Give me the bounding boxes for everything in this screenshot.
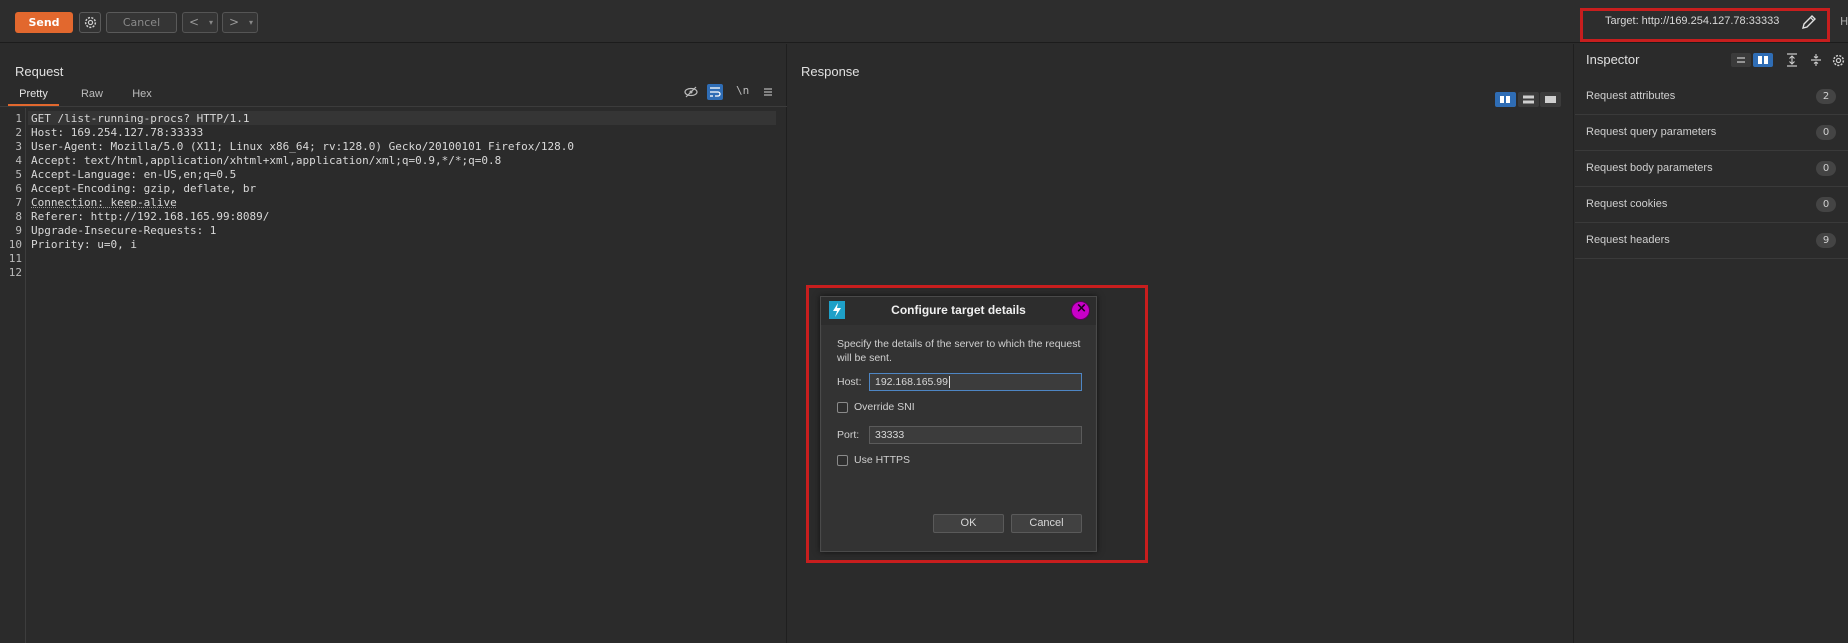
wrap-lines-icon[interactable] xyxy=(707,84,723,100)
send-button[interactable]: Send xyxy=(15,12,73,33)
use-https-label[interactable]: Use HTTPS xyxy=(854,454,910,466)
line-number: 4 xyxy=(15,154,22,167)
chevron-down-icon[interactable]: ▾ xyxy=(209,13,213,32)
inspector-row-query-parameters[interactable]: Request query parameters 0 xyxy=(1575,115,1848,151)
host-label: Host: xyxy=(837,376,862,388)
tab-hex[interactable]: Hex xyxy=(120,84,164,106)
inspector-row-request-attributes[interactable]: Request attributes 2 xyxy=(1575,79,1848,115)
count-badge: 9 xyxy=(1816,233,1836,248)
chevron-left-icon: < xyxy=(189,15,200,29)
request-line[interactable]: GET /list-running-procs? HTTP/1.1 xyxy=(31,112,250,125)
request-title: Request xyxy=(15,64,64,79)
request-header[interactable]: Priority: u=0, i xyxy=(31,238,137,251)
line-number: 11 xyxy=(8,252,22,265)
request-panel: Request Pretty Raw Hex \n 1 2 3 4 5 6 7 … xyxy=(0,44,787,643)
line-number: 6 xyxy=(15,182,22,195)
request-header[interactable]: Accept-Language: en-US,en;q=0.5 xyxy=(31,168,236,181)
back-button[interactable]: < ▾ xyxy=(182,12,218,33)
line-number: 12 xyxy=(8,266,22,279)
list-layout-icon[interactable] xyxy=(1731,53,1751,67)
request-header[interactable]: Host: 169.254.127.78:33333 xyxy=(31,126,203,139)
count-badge: 0 xyxy=(1816,125,1836,140)
target-label[interactable]: Target: http://169.254.127.78:33333 xyxy=(1605,15,1779,27)
request-header[interactable]: Accept: text/html,application/xhtml+xml,… xyxy=(31,154,501,167)
close-icon: × xyxy=(1076,301,1087,316)
port-label: Port: xyxy=(837,429,860,441)
inspector-row-label: Request body parameters xyxy=(1586,162,1713,174)
host-input[interactable]: 192.168.165.99 xyxy=(869,373,1082,391)
tabs-divider xyxy=(0,106,787,107)
override-sni-label[interactable]: Override SNI xyxy=(854,401,915,413)
expand-icon[interactable] xyxy=(1785,53,1799,67)
toolbar: Send Cancel < ▾ > ▾ Target: http://169.2… xyxy=(0,0,1848,43)
response-title: Response xyxy=(801,64,860,79)
port-input[interactable]: 33333 xyxy=(869,426,1082,444)
inspector-panel: Inspector Request attributes 2 Request q… xyxy=(1575,44,1848,643)
dialog-title: Configure target details xyxy=(891,303,1026,317)
configure-target-dialog: Configure target details × Specify the d… xyxy=(820,296,1097,552)
count-badge: 0 xyxy=(1816,197,1836,212)
cancel-button[interactable]: Cancel xyxy=(1011,514,1082,533)
line-number-gutter: 1 2 3 4 5 6 7 8 9 10 11 12 xyxy=(0,108,26,643)
count-badge: 2 xyxy=(1816,89,1836,104)
dialog-header: Configure target details × xyxy=(821,297,1096,325)
close-button[interactable]: × xyxy=(1071,301,1090,320)
line-number: 7 xyxy=(15,196,22,209)
inspector-row-label: Request attributes xyxy=(1586,90,1676,102)
eye-slash-icon[interactable] xyxy=(683,84,699,100)
ok-button[interactable]: OK xyxy=(933,514,1004,533)
request-header[interactable]: Connection: keep-alive xyxy=(31,196,177,209)
request-header[interactable]: User-Agent: Mozilla/5.0 (X11; Linux x86_… xyxy=(31,140,574,153)
count-badge: 0 xyxy=(1816,161,1836,176)
override-sni-checkbox[interactable] xyxy=(837,402,848,413)
inspector-title: Inspector xyxy=(1586,52,1640,67)
line-number: 3 xyxy=(15,140,22,153)
settings-button[interactable] xyxy=(79,12,101,33)
collapse-icon[interactable] xyxy=(1809,53,1823,67)
line-number: 1 xyxy=(15,112,22,125)
cancel-request-button[interactable]: Cancel xyxy=(106,12,177,33)
text-cursor xyxy=(949,376,950,388)
overflow-label: H xyxy=(1840,15,1848,28)
tabbed-view-icon[interactable] xyxy=(1540,92,1561,107)
inspector-row-cookies[interactable]: Request cookies 0 xyxy=(1575,187,1848,223)
edit-target-icon[interactable] xyxy=(1800,13,1818,31)
dialog-description: Specify the details of the server to whi… xyxy=(837,338,1081,364)
tab-raw[interactable]: Raw xyxy=(69,84,115,106)
port-input-value: 33333 xyxy=(875,429,905,441)
line-number: 5 xyxy=(15,168,22,181)
line-number: 10 xyxy=(8,238,22,251)
chevron-down-icon[interactable]: ▾ xyxy=(249,13,253,32)
panel-layout-icon[interactable] xyxy=(1753,53,1773,67)
chevron-right-icon: > xyxy=(229,15,240,29)
gear-icon[interactable] xyxy=(1831,53,1846,68)
tab-pretty[interactable]: Pretty xyxy=(8,84,59,106)
line-number: 8 xyxy=(15,210,22,223)
dialog-body: Specify the details of the server to whi… xyxy=(822,325,1095,551)
inspector-row-label: Request cookies xyxy=(1586,198,1668,210)
request-header[interactable]: Accept-Encoding: gzip, deflate, br xyxy=(31,182,256,195)
use-https-checkbox[interactable] xyxy=(837,455,848,466)
menu-icon[interactable] xyxy=(760,84,776,100)
newline-toggle[interactable]: \n xyxy=(736,84,752,100)
split-vertical-icon[interactable] xyxy=(1518,92,1539,107)
inspector-row-body-parameters[interactable]: Request body parameters 0 xyxy=(1575,151,1848,187)
request-header[interactable]: Referer: http://192.168.165.99:8089/ xyxy=(31,210,269,223)
line-number: 9 xyxy=(15,224,22,237)
split-horizontal-icon[interactable] xyxy=(1495,92,1516,107)
request-header[interactable]: Upgrade-Insecure-Requests: 1 xyxy=(31,224,216,237)
inspector-row-label: Request headers xyxy=(1586,234,1670,246)
forward-button[interactable]: > ▾ xyxy=(222,12,258,33)
inspector-row-headers[interactable]: Request headers 9 xyxy=(1575,223,1848,259)
host-input-value: 192.168.165.99 xyxy=(875,376,948,388)
inspector-row-label: Request query parameters xyxy=(1586,126,1717,138)
line-number: 2 xyxy=(15,126,22,139)
gear-icon xyxy=(84,16,97,29)
